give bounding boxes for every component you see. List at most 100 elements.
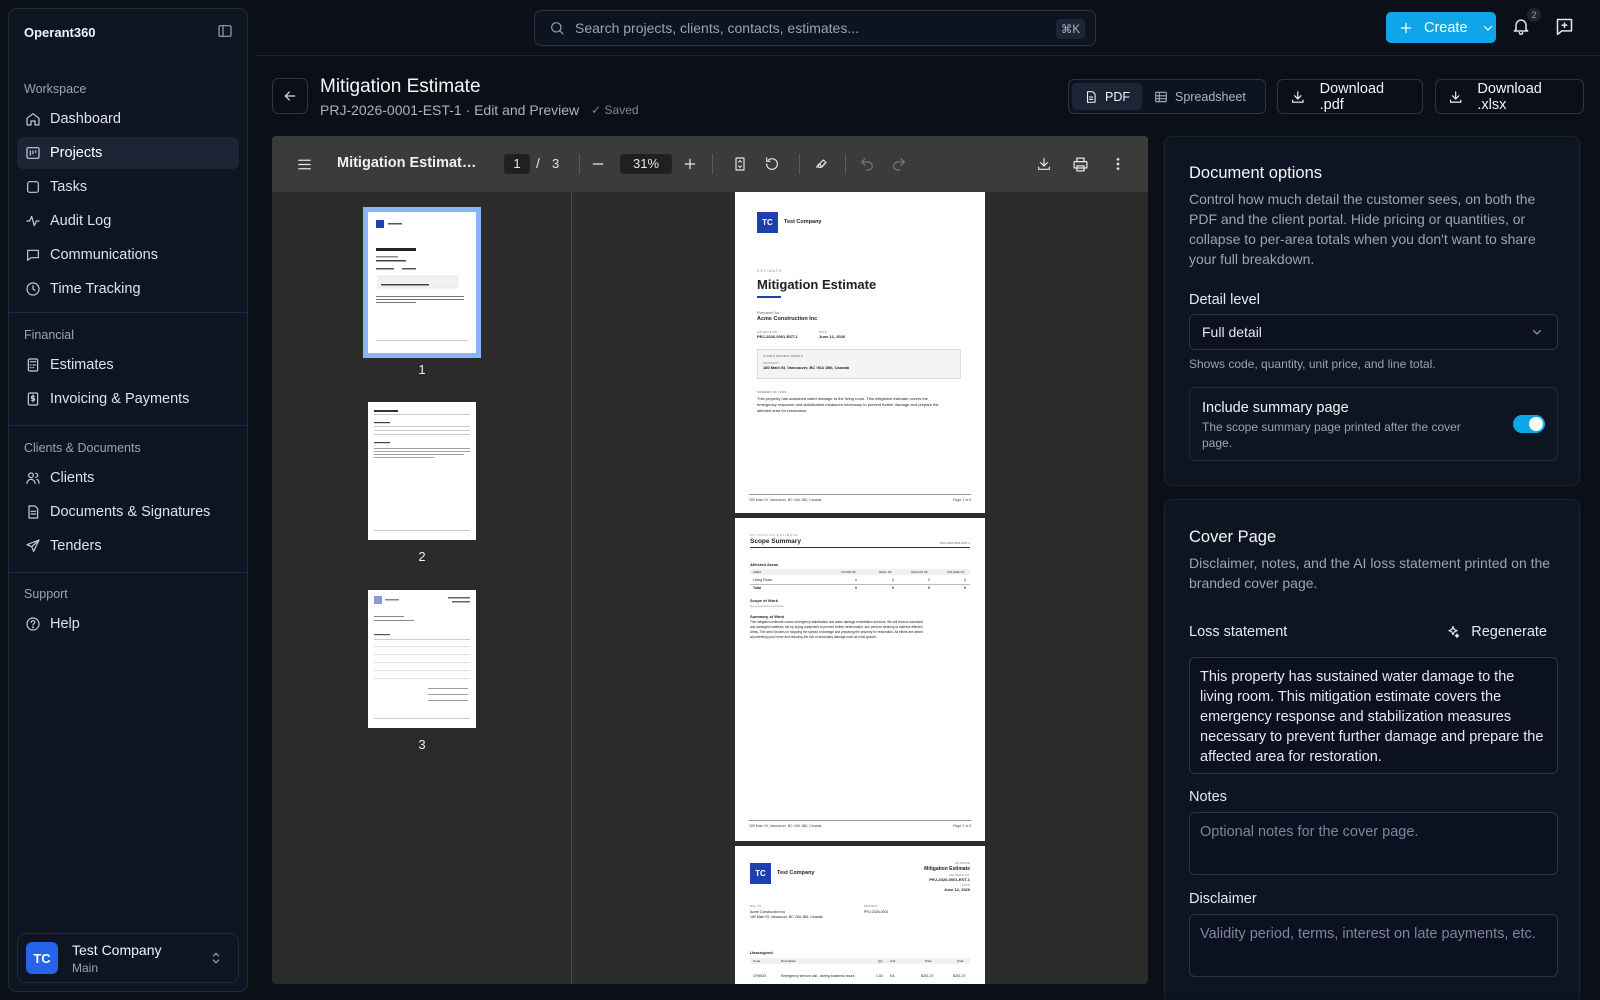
sidebar-item-documents-signatures[interactable]: Documents & Signatures — [17, 496, 239, 528]
company-name: Test Company — [777, 870, 815, 876]
save-status: ✓ Saved — [591, 103, 639, 117]
fit-page-icon[interactable] — [732, 156, 748, 172]
download-icon[interactable] — [1036, 156, 1052, 172]
tab-label: Spreadsheet — [1175, 89, 1246, 104]
feedback-button[interactable] — [1554, 16, 1575, 37]
print-icon[interactable] — [1072, 156, 1089, 173]
page-thumbnail-1[interactable] — [363, 207, 481, 358]
zoom-level-input[interactable]: 31% — [620, 154, 672, 174]
page-thumbnail-3[interactable] — [368, 590, 476, 728]
sidebar-item-tasks[interactable]: Tasks — [17, 171, 239, 203]
sidebar-item-estimates[interactable]: Estimates — [17, 349, 239, 381]
table-cell: CFWDD — [753, 974, 767, 978]
chevrons-up-down-icon — [212, 952, 220, 964]
page-thumbnail-preview — [376, 220, 468, 341]
sidebar-item-clients[interactable]: Clients — [17, 462, 239, 494]
summary-label: SUMMARY OF LOSS — [757, 390, 787, 394]
download-pdf-button[interactable]: Download .pdf — [1277, 79, 1423, 114]
claim-details-label: CLAIM & PROJECT DETAILS — [763, 354, 803, 358]
back-button[interactable] — [272, 78, 308, 114]
estimate-no: PRJ-2026-0001-EST-1 — [929, 877, 970, 882]
title-rule — [750, 547, 970, 548]
regenerate-button[interactable]: Regenerate — [1445, 624, 1547, 640]
pdf-viewer: Mitigation Estimate ... 1 / 3 31% 1 2 3 … — [272, 136, 1148, 984]
notes-textarea[interactable]: Optional notes for the cover page. — [1189, 812, 1558, 875]
brand-name: Operant360 — [24, 25, 96, 40]
col-header: Qty — [878, 959, 883, 963]
summary-line: affected area for restoration. — [757, 408, 808, 413]
sidebar-item-label: Communications — [50, 247, 158, 263]
sidebar-item-invoicing-payments[interactable]: Invoicing & Payments — [17, 383, 239, 415]
col-header: CEILING SF — [911, 570, 928, 574]
section-title: Scope Summary — [750, 538, 801, 545]
save-status-label: Saved — [604, 103, 639, 117]
prepared-for-label: Prepared for — [757, 310, 780, 315]
page-thumbnail-2[interactable] — [368, 402, 476, 540]
receipt-icon — [27, 392, 39, 406]
workspace-switcher[interactable]: TC Test Company Main — [17, 933, 239, 983]
disclaimer-textarea[interactable]: Validity period, terms, interest on late… — [1189, 914, 1558, 977]
projects-icon — [26, 147, 40, 159]
col-header: Unit — [890, 959, 896, 963]
pdf-page-3: TC Test Company ESTIMATE Mitigation Esti… — [735, 846, 985, 984]
page-title: Mitigation Estimate — [320, 76, 481, 97]
redo-icon[interactable] — [891, 156, 907, 172]
sidebar-item-communications[interactable]: Communications — [17, 239, 239, 271]
sidebar-item-tenders[interactable]: Tenders — [17, 530, 239, 562]
doc-title: Mitigation Estimate — [924, 866, 970, 872]
col-header: AREA — [753, 570, 762, 574]
view-toggle: PDF Spreadsheet — [1068, 79, 1266, 114]
doc-kind: ESTIMATE — [955, 861, 970, 865]
rotate-icon[interactable] — [764, 156, 780, 172]
bill-to-label: BILL TO — [750, 904, 761, 908]
thumbnail-number: 1 — [418, 362, 426, 377]
sidebar-item-time-tracking[interactable]: Time Tracking — [17, 273, 239, 305]
toolbar-divider — [579, 154, 580, 174]
notification-badge: 2 — [1527, 8, 1541, 22]
help-icon — [26, 617, 40, 631]
annotate-icon[interactable] — [814, 156, 830, 172]
notes-label: Notes — [1189, 789, 1227, 805]
sidebar-item-help[interactable]: Help — [17, 608, 239, 640]
sidebar-item-dashboard[interactable]: Dashboard — [17, 103, 239, 135]
search-placeholder: Search projects, clients, contacts, esti… — [575, 20, 860, 36]
send-icon — [26, 539, 40, 552]
sidebar-item-label: Estimates — [50, 357, 114, 373]
undo-icon[interactable] — [859, 156, 875, 172]
menu-icon[interactable] — [296, 156, 313, 173]
page-separator: / — [536, 155, 540, 171]
zoom-out-icon[interactable] — [590, 156, 606, 172]
download-xlsx-button[interactable]: Download .xlsx — [1435, 79, 1584, 114]
search-input[interactable]: Search projects, clients, contacts, esti… — [534, 10, 1096, 46]
footer-page: Page 1 of 3 — [953, 498, 971, 502]
table-cell: 1.00 — [876, 974, 883, 978]
thumbnail-number: 3 — [418, 737, 426, 752]
more-vertical-icon[interactable] — [1110, 156, 1126, 172]
footer-rule — [749, 494, 971, 495]
thumbnail-sidebar: 1 2 3 — [272, 192, 572, 984]
summary-page-toggle[interactable] — [1513, 415, 1545, 433]
page-number-input[interactable]: 1 — [504, 154, 530, 174]
create-button[interactable]: Create — [1386, 12, 1496, 43]
tab-pdf[interactable]: PDF — [1072, 83, 1142, 110]
download-icon — [1292, 90, 1304, 103]
toolbar-divider — [712, 154, 713, 174]
zoom-in-icon[interactable] — [682, 156, 698, 172]
loss-statement-textarea[interactable]: This property has sustained water damage… — [1189, 657, 1558, 774]
sidebar-toggle-button[interactable] — [217, 23, 233, 39]
table-cell: 0 — [964, 578, 966, 582]
company-name: Test Company — [784, 219, 822, 225]
nav-group-title: Clients & Documents — [24, 441, 141, 455]
nav-group-support: Support Help — [9, 582, 247, 642]
sidebar-item-label: Time Tracking — [50, 281, 141, 297]
detail-level-select[interactable]: Full detail — [1189, 314, 1558, 350]
detail-level-hint: Shows code, quantity, unit price, and li… — [1189, 357, 1436, 371]
footer-address: 180 Main St, Vancouver, BC V6A 1B6, Cana… — [749, 824, 822, 828]
col-header: Description — [781, 959, 797, 963]
create-label: Create — [1424, 19, 1468, 36]
chevron-down-icon — [1533, 330, 1541, 335]
sidebar-item-audit-log[interactable]: Audit Log — [17, 205, 239, 237]
company-logo: TC — [757, 212, 778, 233]
tab-spreadsheet[interactable]: Spreadsheet — [1142, 83, 1258, 110]
sidebar-item-projects[interactable]: Projects — [17, 137, 239, 169]
